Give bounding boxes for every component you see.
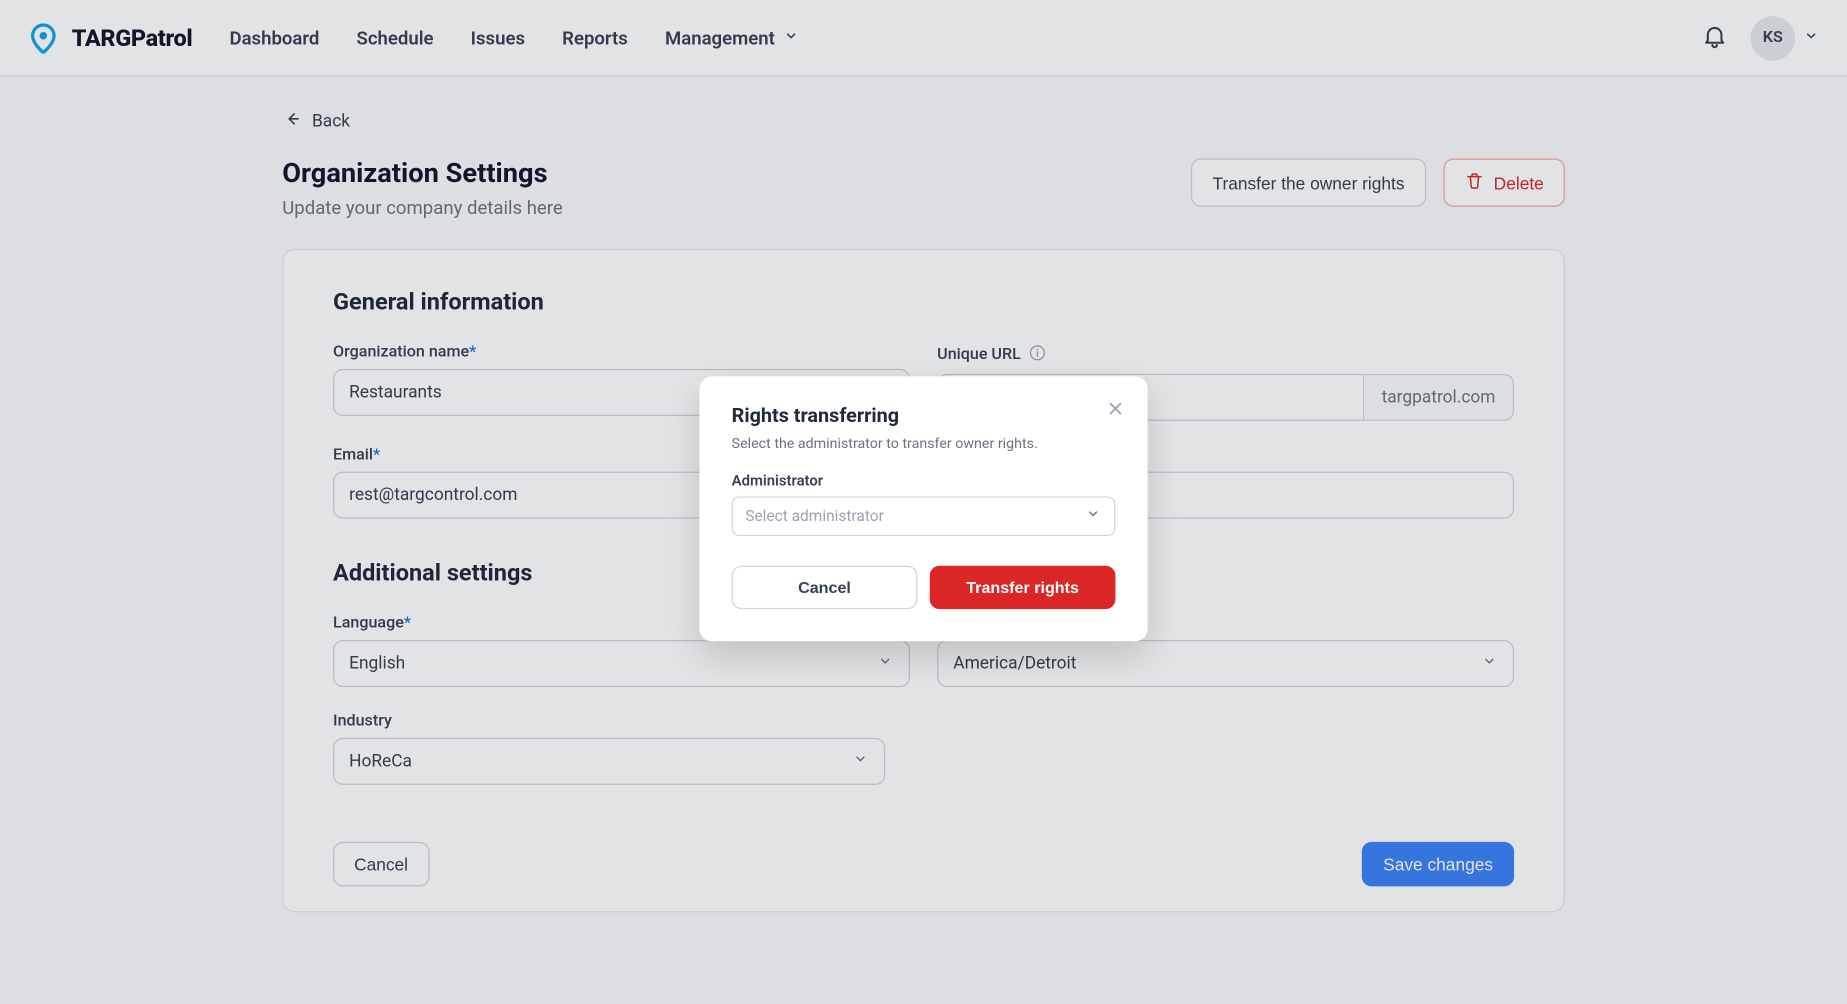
modal-overlay[interactable]: Rights transferring Select the administr… bbox=[0, 0, 1847, 1004]
modal-admin-label: Administrator bbox=[732, 472, 1116, 489]
modal-transfer-button[interactable]: Transfer rights bbox=[930, 566, 1116, 609]
modal-cancel-button[interactable]: Cancel bbox=[732, 566, 918, 609]
modal-title: Rights transferring bbox=[732, 404, 1116, 428]
rights-transfer-modal: Rights transferring Select the administr… bbox=[699, 376, 1147, 641]
chevron-down-icon bbox=[1084, 505, 1101, 527]
modal-subtitle: Select the administrator to transfer own… bbox=[732, 435, 1116, 452]
admin-select-placeholder: Select administrator bbox=[745, 507, 884, 526]
admin-select[interactable]: Select administrator bbox=[732, 496, 1116, 536]
close-icon[interactable] bbox=[1106, 399, 1126, 424]
